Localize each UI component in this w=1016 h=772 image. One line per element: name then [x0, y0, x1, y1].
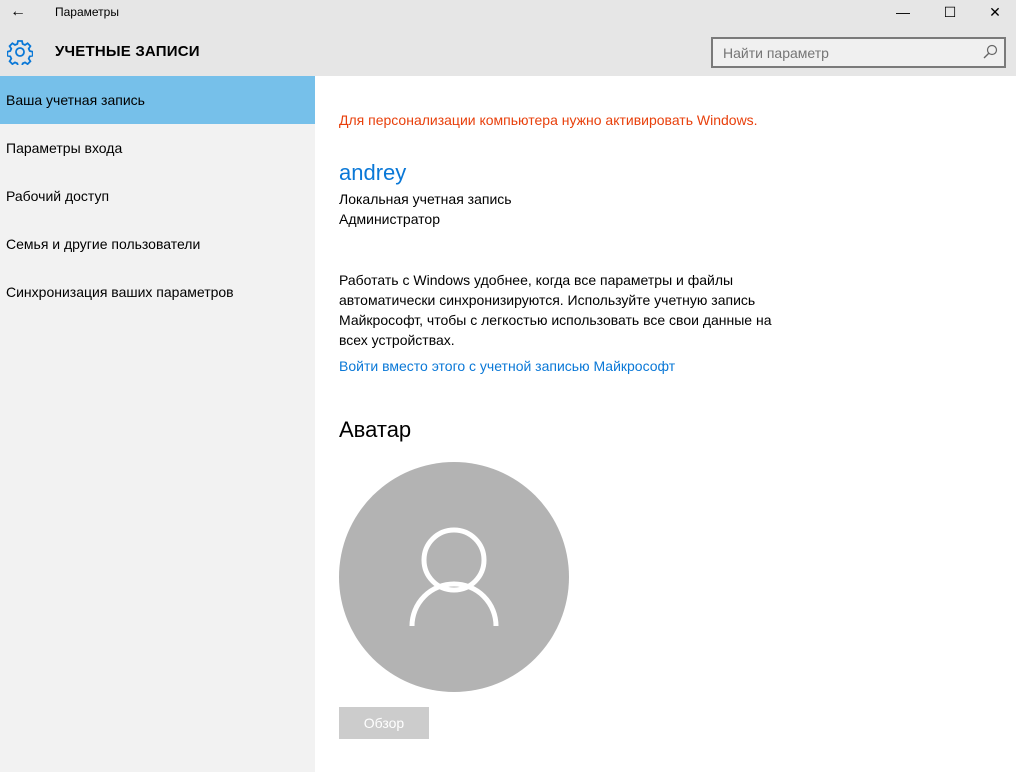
sidebar-item-work-access[interactable]: Рабочий доступ: [0, 172, 315, 220]
section-title: УЧЕТНЫЕ ЗАПИСИ: [55, 43, 200, 60]
sync-description: Работать с Windows удобнее, когда все па…: [339, 272, 772, 348]
microsoft-account-link[interactable]: Войти вместо этого с учетной записью Май…: [339, 358, 675, 374]
window-title: Параметры: [55, 5, 119, 19]
maximize-button[interactable]: ☐: [927, 0, 973, 24]
title-bar: ← Параметры — ☐ ✕ УЧЕТНЫЕ ЗАПИСИ: [0, 0, 1016, 76]
activation-warning: Для персонализации компьютера нужно акти…: [339, 112, 758, 128]
account-role: Администратор: [339, 211, 441, 227]
back-button[interactable]: ←: [10, 3, 26, 21]
avatar: [339, 462, 569, 692]
minimize-button[interactable]: —: [880, 0, 926, 24]
close-button[interactable]: ✕: [972, 0, 1016, 24]
search-input[interactable]: [713, 39, 973, 66]
gear-icon: [7, 40, 33, 65]
username: andrey: [339, 160, 407, 185]
sidebar-item-family[interactable]: Семья и другие пользователи: [0, 220, 315, 268]
avatar-heading: Аватар: [339, 417, 412, 442]
sidebar-item-sync[interactable]: Синхронизация ваших параметров: [0, 268, 315, 316]
user-icon: [409, 527, 499, 627]
search-icon[interactable]: [982, 44, 998, 60]
sidebar: Ваша учетная запись Параметры входа Рабо…: [0, 76, 315, 772]
browse-button[interactable]: Обзор: [339, 707, 429, 739]
sidebar-item-your-account[interactable]: Ваша учетная запись: [0, 76, 315, 124]
sidebar-item-sign-in-options[interactable]: Параметры входа: [0, 124, 315, 172]
search-box[interactable]: [711, 37, 1006, 68]
account-type: Локальная учетная запись: [339, 191, 512, 207]
